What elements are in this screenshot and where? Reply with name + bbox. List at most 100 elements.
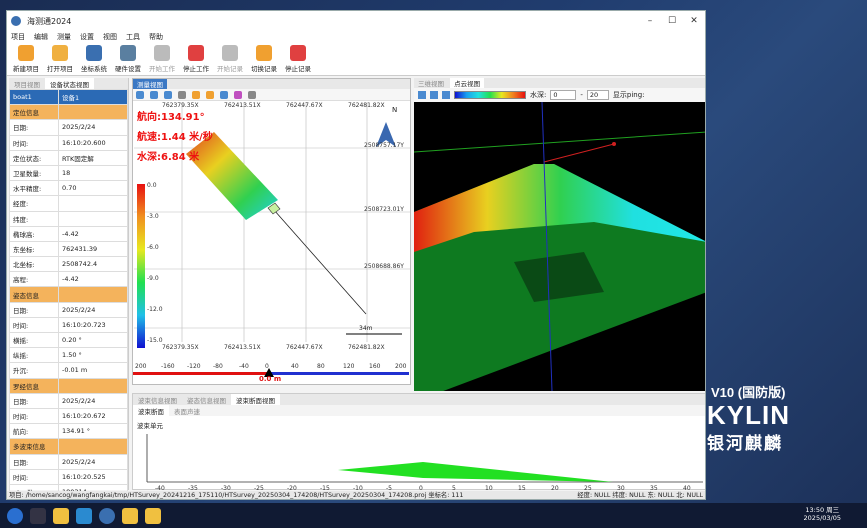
table-row: 椭球高: -4.42 [9, 225, 128, 242]
depth-min-input[interactable]: 0 [550, 90, 577, 100]
colorbar-label: -3.0 [147, 213, 159, 220]
scale-tick-label: 200 [395, 363, 407, 370]
menu-view[interactable]: 视图 [103, 32, 117, 42]
layer-icon[interactable] [178, 90, 186, 99]
os-version: V10 (国防版) [711, 385, 786, 400]
row-label: 时间: [9, 316, 59, 334]
menu-edit[interactable]: 编辑 [34, 32, 48, 42]
clock: 13:50 周三 2025/03/05 [804, 506, 841, 522]
row-label: 日期: [9, 301, 59, 318]
offset-value: 0.0 m [259, 375, 282, 383]
tab-point-cloud[interactable]: 点云视图 [450, 78, 485, 88]
row-label: 卫星数量: [9, 164, 59, 182]
table-row: 定位状态: RTK固定解 [9, 149, 128, 166]
toolbar-button[interactable]: 开始记录 [213, 43, 247, 75]
x-tick-label: 762447.67X [286, 344, 323, 351]
survey-toolbar [133, 89, 410, 101]
heading-readout: 航向:134.91° [137, 112, 205, 123]
depth-colorbar [137, 184, 145, 348]
zoom-out-icon[interactable] [442, 91, 450, 99]
zoom-out-icon[interactable] [164, 90, 172, 99]
menu-survey[interactable]: 测量 [57, 32, 71, 42]
tab-attitude-info[interactable]: 姿态信息视图 [182, 394, 231, 405]
scale-tick-label: -120 [187, 363, 201, 370]
maximize-button[interactable]: ☐ [661, 16, 683, 26]
title-bar: 海测通2024 – ☐ ✕ [7, 11, 705, 31]
row-value: -4.42 [58, 271, 128, 288]
toolbar-button[interactable]: 开始工作 [145, 43, 179, 75]
zoom-in-icon[interactable] [150, 90, 158, 99]
table-row: 纬度: [9, 210, 128, 227]
tab-project-view[interactable]: 项目视图 [9, 78, 45, 89]
toolbar-button[interactable]: 打开项目 [43, 43, 77, 75]
menu-bar: 项目 编辑 测量 设置 视图 工具 帮助 [7, 31, 705, 43]
folder-icon[interactable] [122, 507, 138, 524]
toolbar-button[interactable]: 坐标系统 [77, 43, 111, 75]
close-button[interactable]: ✕ [683, 16, 705, 26]
swap-icon[interactable] [220, 90, 228, 99]
point-cloud-canvas[interactable] [414, 102, 706, 391]
tab-device-status[interactable]: 设备状态视图 [45, 78, 94, 89]
table-row: 时间: 16:10:20.723 [9, 316, 128, 334]
depth-max-input[interactable]: 20 [586, 90, 609, 100]
zoom-in-icon[interactable] [430, 91, 438, 99]
left-panel: 项目视图 设备状态视图 boat1 设备1 定位信息 日期: 2025/2/24 时间: 1… [9, 78, 129, 499]
plan-map[interactable]: 航向:134.91° 航速:1.44 米/秒 水深:6.84 米 N 76237… [134, 102, 410, 364]
row-label: 航向: [9, 423, 59, 440]
pan-icon[interactable] [418, 91, 426, 99]
row-value: 0.70 [58, 180, 128, 197]
menu-settings[interactable]: 设置 [80, 32, 94, 42]
colorbar-label: -6.0 [147, 244, 159, 251]
color-ramp-select[interactable] [454, 91, 526, 99]
tab-beam-profile[interactable]: 波束断面 [133, 405, 169, 416]
toolbar-label: 停止记录 [285, 65, 311, 73]
taskbar [0, 503, 867, 528]
tab-beam-section[interactable]: 波束断面视图 [231, 394, 280, 405]
toolbar-button[interactable]: 新建项目 [9, 43, 43, 75]
beam-section-title: 波束单元 [137, 422, 163, 430]
row-value: RTK固定解 [58, 149, 128, 166]
beam-panel: 波束信息视图 姿态信息视图 波束断面视图 波束断面 表面声速 波束单元 -40-… [132, 393, 705, 492]
row-label: 多波束信息 [9, 438, 59, 455]
menu-help[interactable]: 帮助 [149, 32, 163, 42]
table-row: 航向: 134.91 ° [9, 423, 128, 440]
x-tick-label: 762447.67X [286, 102, 323, 109]
menu-tools[interactable]: 工具 [126, 32, 140, 42]
tab-beam-info[interactable]: 波束信息视图 [133, 394, 182, 405]
tab-survey-view[interactable]: 测量视图 [133, 79, 167, 89]
haicetong-taskbar-icon[interactable] [99, 507, 115, 524]
toolbar-button[interactable]: 切换记录 [247, 43, 281, 75]
next-icon[interactable] [206, 90, 214, 99]
offset-scale: 200 -160 -120 -80 -40 0 40 80 120 160 200 0.0 m [133, 363, 409, 383]
tab-surface-sound-speed[interactable]: 表面声速 [169, 405, 205, 416]
toolbar-label: 开始工作 [149, 65, 175, 73]
row-label: 日期: [9, 119, 59, 136]
prev-icon[interactable] [192, 90, 200, 99]
row-value: 1.50 ° [58, 347, 128, 364]
minimize-button[interactable]: – [639, 16, 661, 26]
tab-3d-view[interactable]: 三维视图 [414, 78, 448, 88]
toolbar-button[interactable]: 停止工作 [179, 43, 213, 75]
toolbar-label: 切换记录 [251, 65, 277, 73]
edit-icon[interactable] [234, 90, 242, 99]
zoom-fit-icon[interactable] [136, 90, 144, 99]
menu-project[interactable]: 项目 [11, 32, 25, 42]
colorbar-label: -9.0 [147, 275, 159, 282]
scale-tick-label: -40 [239, 363, 249, 370]
browser-icon[interactable] [76, 507, 92, 524]
folder-icon[interactable] [145, 507, 161, 524]
file-manager-icon[interactable] [53, 507, 69, 524]
table-row: 高程: -4.42 [9, 271, 128, 288]
survey-view: 测量视图 航向:134.91° 航速:1.44 米/秒 水深:6.84 米 N … [132, 78, 411, 385]
row-value: 2025/2/24 [58, 392, 128, 409]
taskview-icon[interactable] [30, 507, 46, 524]
settings-icon[interactable] [248, 90, 256, 99]
toolbar-button[interactable]: 停止记录 [281, 43, 315, 75]
scale-tick-label: 40 [291, 363, 299, 370]
toolbar: 新建项目 打开项目 坐标系统 硬件设置 开始工作 停止工作 开始记录 切换记录 停止记录 [7, 43, 705, 76]
north-label: N [392, 106, 398, 114]
row-label: 纬度: [9, 210, 59, 227]
row-value [58, 104, 128, 121]
start-menu-icon[interactable] [7, 507, 23, 524]
toolbar-button[interactable]: 硬件设置 [111, 43, 145, 75]
